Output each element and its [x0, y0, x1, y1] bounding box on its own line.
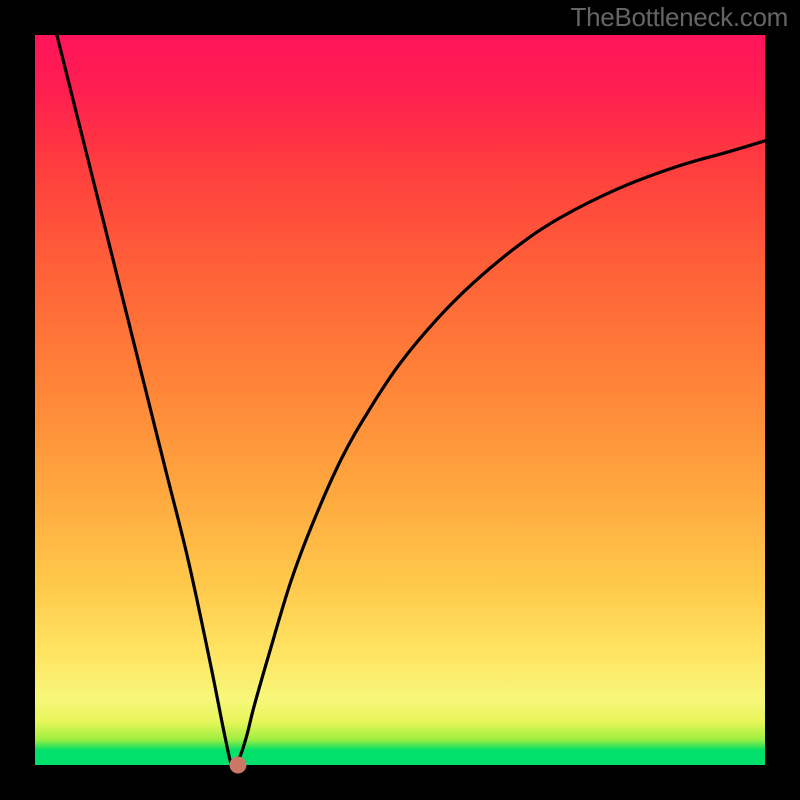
optimum-marker — [229, 757, 246, 774]
bottleneck-curve — [35, 35, 765, 765]
attribution-text: TheBottleneck.com — [571, 2, 788, 33]
chart-container: TheBottleneck.com — [0, 0, 800, 800]
